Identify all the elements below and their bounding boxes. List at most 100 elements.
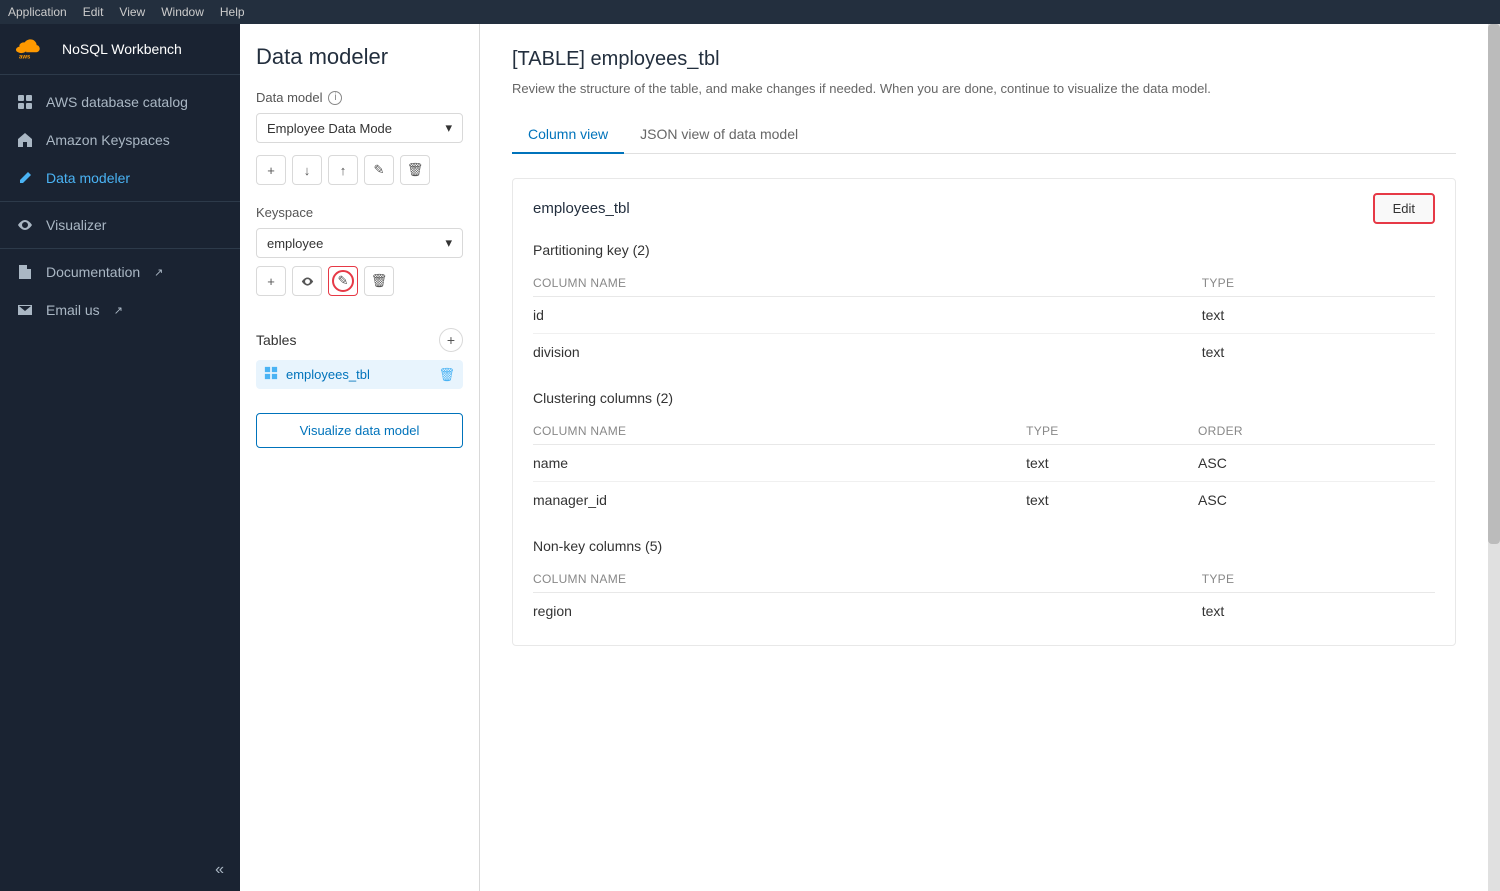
partitioning-key-section: Partitioning key (2) Column name Type id… — [513, 242, 1455, 386]
sidebar-logo: aws NoSQL Workbench — [0, 24, 240, 75]
data-model-dropdown[interactable]: Employee Data Mode ▾ — [256, 113, 463, 143]
cc-col-name: name — [533, 445, 1026, 482]
table-row: id text — [533, 297, 1435, 334]
main-content: [TABLE] employees_tbl Review the structu… — [480, 24, 1488, 891]
sidebar-item-modeler-label: Data modeler — [46, 170, 130, 186]
tab-json-view[interactable]: JSON view of data model — [624, 116, 814, 154]
home-icon — [16, 131, 34, 149]
nav-divider-2 — [0, 248, 240, 249]
data-model-edit-btn[interactable]: ✎ — [364, 155, 394, 185]
col-header-type-cc: Type — [1026, 418, 1198, 445]
panel-title: Data modeler — [256, 44, 463, 70]
menu-application[interactable]: Application — [8, 5, 67, 19]
keyspace-chevron-down-icon: ▾ — [445, 235, 452, 251]
non-key-thead: Column name Type — [533, 566, 1435, 593]
visualize-data-model-btn[interactable]: Visualize data model — [256, 413, 463, 448]
menu-window[interactable]: Window — [161, 5, 204, 19]
tables-add-btn[interactable]: + — [439, 328, 463, 352]
scrollbar-thumb[interactable] — [1488, 24, 1500, 544]
tables-header: Tables + ⋮ — [256, 328, 463, 352]
cc-order-name: ASC — [1198, 445, 1435, 482]
keyspace-edit-btn[interactable]: ✎ — [328, 266, 358, 296]
keyspace-dropdown[interactable]: employee ▾ — [256, 228, 463, 258]
col-header-name-pk: Column name — [533, 270, 1202, 297]
data-model-info-icon[interactable]: i — [328, 91, 342, 105]
data-model-toolbar: + ↓ ↑ ✎ 🗑 — [256, 155, 463, 185]
sidebar-item-email-label: Email us — [46, 302, 100, 318]
collapse-sidebar-button[interactable]: « — [215, 861, 224, 879]
menu-edit[interactable]: Edit — [83, 5, 104, 19]
col-header-name-cc: Column name — [533, 418, 1026, 445]
table-description: Review the structure of the table, and m… — [512, 81, 1456, 96]
nk-col-region: region — [533, 593, 1202, 630]
main-layout: aws NoSQL Workbench AWS database catalog — [0, 24, 1500, 891]
non-key-title: Non-key columns (5) — [533, 538, 1435, 554]
keyspace-view-btn[interactable] — [292, 266, 322, 296]
sidebar-item-catalog[interactable]: AWS database catalog — [0, 83, 240, 121]
table-delete-btn[interactable]: 🗑 — [438, 367, 455, 383]
tables-section: Tables + ⋮ employees_tbl 🗑 — [256, 328, 463, 393]
clustering-thead: Column name Type Order — [533, 418, 1435, 445]
svg-text:aws: aws — [19, 55, 31, 60]
sidebar-item-catalog-label: AWS database catalog — [46, 94, 188, 110]
table-row: manager_id text ASC — [533, 482, 1435, 519]
keyspace-add-btn[interactable]: + — [256, 266, 286, 296]
table-row: region text — [533, 593, 1435, 630]
external-link-doc-icon: ↗ — [154, 266, 163, 279]
clustering-header-row: Column name Type Order — [533, 418, 1435, 445]
menu-bar: Application Edit View Window Help — [0, 0, 1500, 24]
clustering-columns-table: Column name Type Order name text ASC man… — [533, 418, 1435, 518]
col-header-type-pk: Type — [1202, 270, 1435, 297]
pk-col-id: id — [533, 297, 1202, 334]
menu-view[interactable]: View — [119, 5, 145, 19]
sidebar-item-visualizer[interactable]: Visualizer — [0, 206, 240, 244]
clustering-columns-title: Clustering columns (2) — [533, 390, 1435, 406]
data-model-export-btn[interactable]: ↑ — [328, 155, 358, 185]
clustering-tbody: name text ASC manager_id text ASC — [533, 445, 1435, 519]
table-row: name text ASC — [533, 445, 1435, 482]
col-header-order-cc: Order — [1198, 418, 1435, 445]
data-model-import-btn[interactable]: ↓ — [292, 155, 322, 185]
sidebar-item-email[interactable]: Email us ↗ — [0, 291, 240, 329]
data-model-add-btn[interactable]: + — [256, 155, 286, 185]
table-section-name: employees_tbl — [533, 200, 630, 217]
sidebar-nav: AWS database catalog Amazon Keyspaces — [0, 75, 240, 849]
sidebar-item-keyspaces-label: Amazon Keyspaces — [46, 132, 170, 148]
grid-icon — [16, 93, 34, 111]
table-grid-icon — [264, 366, 278, 383]
tables-title: Tables — [256, 332, 296, 348]
partitioning-key-table: Column name Type id text division text — [533, 270, 1435, 370]
table-item-employees[interactable]: employees_tbl 🗑 — [256, 360, 463, 389]
non-key-columns-section: Non-key columns (5) Column name Type reg… — [513, 538, 1455, 645]
sidebar-item-keyspaces[interactable]: Amazon Keyspaces — [0, 121, 240, 159]
sidebar: aws NoSQL Workbench AWS database catalog — [0, 24, 240, 891]
table-section-header: employees_tbl Edit — [513, 179, 1455, 238]
edit-table-button[interactable]: Edit — [1373, 193, 1435, 224]
data-model-delete-btn[interactable]: 🗑 — [400, 155, 430, 185]
nk-type-region: text — [1202, 593, 1435, 630]
table-item-left: employees_tbl — [264, 366, 370, 383]
tab-column-view[interactable]: Column view — [512, 116, 624, 154]
pencil-icon — [16, 169, 34, 187]
scrollbar[interactable] — [1488, 24, 1500, 891]
chevron-down-icon: ▾ — [445, 120, 452, 136]
sidebar-item-documentation[interactable]: Documentation ↗ — [0, 253, 240, 291]
menu-help[interactable]: Help — [220, 5, 245, 19]
external-link-email-icon: ↗ — [114, 304, 123, 317]
sidebar-item-visualizer-label: Visualizer — [46, 217, 106, 233]
data-model-label: Data model i — [256, 90, 463, 105]
table-section-card: employees_tbl Edit Partitioning key (2) … — [512, 178, 1456, 646]
sidebar-item-modeler[interactable]: Data modeler — [0, 159, 240, 197]
table-name: employees_tbl — [286, 367, 370, 382]
keyspace-label: Keyspace — [256, 205, 463, 220]
pk-type-division: text — [1202, 334, 1435, 371]
table-row: division text — [533, 334, 1435, 371]
keyspace-toolbar: + ✎ 🗑 — [256, 266, 463, 296]
sidebar-app-title: NoSQL Workbench — [62, 41, 182, 57]
aws-logo-icon: aws — [16, 38, 52, 60]
nav-divider-1 — [0, 201, 240, 202]
keyspace-delete-btn[interactable]: 🗑 — [364, 266, 394, 296]
partitioning-key-title: Partitioning key (2) — [533, 242, 1435, 258]
col-header-type-nk: Type — [1202, 566, 1435, 593]
col-header-name-nk: Column name — [533, 566, 1202, 593]
